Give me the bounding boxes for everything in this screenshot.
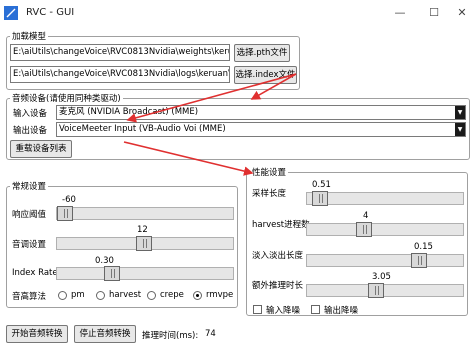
input-device-value: 麦克风 (NVIDIA Broadcast) (MME) [59,107,199,117]
block-time-slider[interactable] [306,191,464,206]
f0-method-label: 音高算法 [12,292,47,302]
index-rate-label: Index Rate [12,268,58,278]
output-device-select[interactable]: VoiceMeeter Input (VB-Audio Voi (MME) ▼ [56,122,466,137]
pitch-label: 音调设置 [12,240,47,250]
close-icon[interactable]: ✕ [452,4,472,22]
crossfade-label: 淡入淡出长度 [252,251,304,261]
radio-crepe-label: crepe [160,290,184,300]
title-bar: RVC - GUI — ☐ ✕ [0,0,474,26]
output-device-label: 输出设备 [13,126,48,136]
latency-value: 74 [205,329,216,339]
block-time-label: 采样长度 [252,189,287,199]
output-denoise-label: 输出降噪 [324,306,359,316]
harvest-procs-slider-handle[interactable] [356,222,372,237]
maximize-icon[interactable]: ☐ [424,4,444,22]
radio-pm[interactable] [58,291,67,300]
extra-time-slider[interactable] [306,283,464,298]
stop-conversion-button[interactable]: 停止音频转换 [74,325,136,343]
chevron-down-icon[interactable]: ▼ [455,106,465,119]
select-index-button[interactable]: 选择.index文件 [234,66,297,84]
chevron-down-icon[interactable]: ▼ [455,123,465,136]
pitch-slider[interactable] [56,236,234,251]
performance-settings-title: 性能设置 [250,166,289,178]
index-path-input[interactable]: E:\aiUtils\changeVoice\RVC0813Nvidia\log… [10,66,230,83]
pitch-value: 12 [137,225,148,235]
index-rate-slider[interactable] [56,266,234,281]
threshold-slider-handle[interactable] [57,206,73,221]
output-device-value: VoiceMeeter Input (VB-Audio Voi (MME) [59,124,226,134]
extra-time-label: 额外推理时长 [252,281,304,291]
general-settings-title: 常规设置 [10,180,49,192]
input-device-select[interactable]: 麦克风 (NVIDIA Broadcast) (MME) ▼ [56,105,466,120]
input-device-label: 输入设备 [13,109,48,119]
reload-devices-button[interactable]: 重载设备列表 [10,140,72,158]
load-model-title: 加载模型 [10,30,49,42]
select-pth-button[interactable]: 选择.pth文件 [234,44,290,62]
output-denoise-checkbox[interactable] [311,305,320,314]
threshold-value: -60 [62,195,76,205]
radio-harvest[interactable] [96,291,105,300]
crossfade-value: 0.15 [414,242,433,252]
harvest-procs-slider[interactable] [306,222,464,237]
latency-label: 推理时间(ms): [142,331,199,341]
radio-harvest-label: harvest [109,290,142,300]
input-denoise-label: 输入降噪 [266,306,301,316]
radio-rmvpe-label: rmvpe [206,290,234,300]
block-time-value: 0.51 [312,180,331,190]
radio-rmvpe[interactable] [193,291,202,300]
pitch-slider-handle[interactable] [136,236,152,251]
radio-pm-label: pm [71,290,85,300]
extra-time-slider-handle[interactable] [368,283,384,298]
pth-path-input[interactable]: E:\aiUtils\changeVoice\RVC0813Nvidia\wei… [10,44,230,61]
input-denoise-checkbox[interactable] [253,305,262,314]
threshold-label: 响应阈值 [12,210,47,220]
feather-icon [4,6,18,20]
audio-devices-title: 音频设备(请使用同种类驱动) [10,92,123,104]
start-conversion-button[interactable]: 开始音频转换 [6,325,68,343]
extra-time-value: 3.05 [372,272,391,282]
index-rate-slider-handle[interactable] [104,266,120,281]
threshold-slider[interactable] [56,206,234,221]
block-time-slider-handle[interactable] [312,191,328,206]
crossfade-slider[interactable] [306,253,464,268]
rvc-gui-window: RVC - GUI — ☐ ✕ 加载模型 E:\aiUtils\changeVo… [0,0,474,348]
minimize-icon[interactable]: — [390,4,410,22]
harvest-procs-label: harvest进程数 [252,220,310,230]
crossfade-slider-handle[interactable] [411,253,427,268]
harvest-procs-value: 4 [363,211,369,221]
radio-crepe[interactable] [147,291,156,300]
window-title: RVC - GUI [26,7,75,18]
index-rate-value: 0.30 [95,256,114,266]
